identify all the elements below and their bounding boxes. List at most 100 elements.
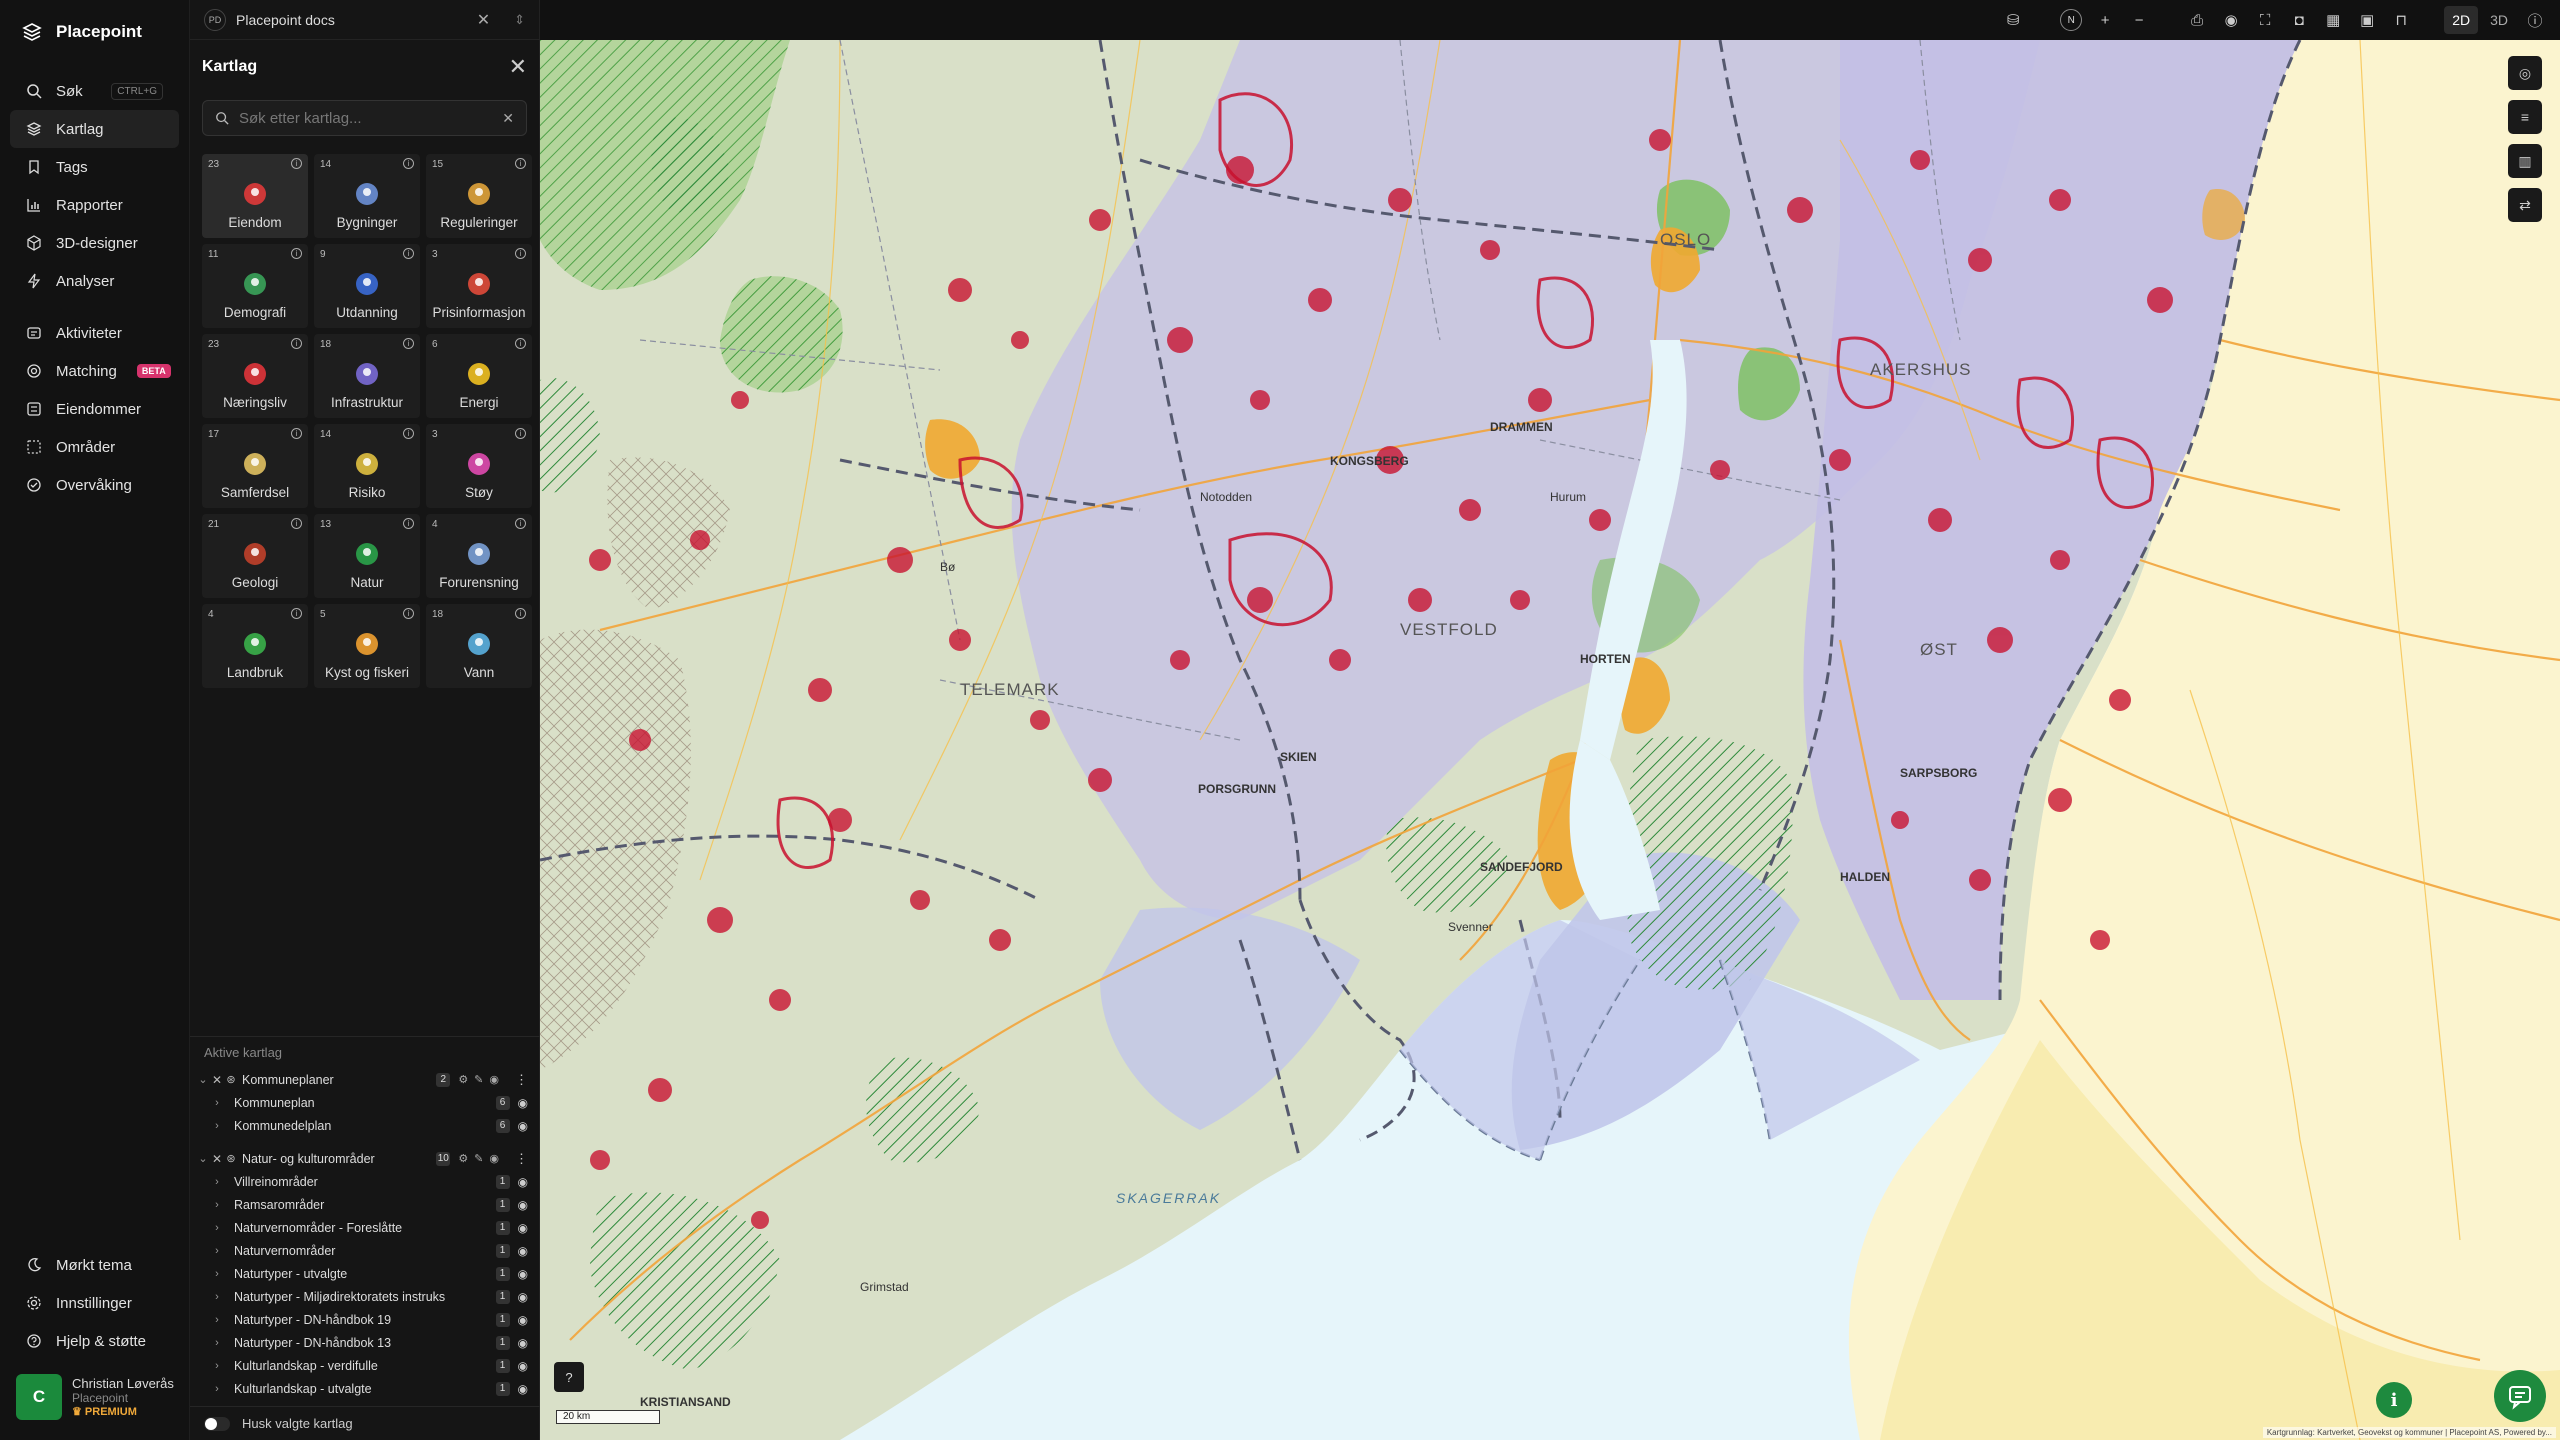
info-icon[interactable]: ⓘ (2520, 6, 2550, 34)
chevron-right-icon[interactable]: › (210, 1383, 224, 1395)
remember-toggle[interactable] (204, 1416, 230, 1431)
chevron-right-icon[interactable]: › (210, 1199, 224, 1211)
doc-tab[interactable]: PD Placepoint docs ✕ ⇕ (190, 0, 539, 40)
category-info-icon[interactable]: i (291, 338, 302, 349)
layer-row[interactable]: › Kommuneplan 6 ◉ (190, 1091, 540, 1114)
category-tile-bygninger[interactable]: 14 i Bygninger (314, 154, 420, 238)
category-info-icon[interactable]: i (403, 338, 414, 349)
print-icon[interactable]: ⎙ (2182, 6, 2212, 34)
category-tile-prisinformasjon[interactable]: 3 i Prisinformasjon (426, 244, 532, 328)
eye-icon[interactable]: ◉ (518, 1359, 528, 1373)
category-info-icon[interactable]: i (403, 518, 414, 529)
category-tile-energi[interactable]: 6 i Energi (426, 334, 532, 418)
nav-item-kartlag[interactable]: Kartlag (10, 110, 179, 148)
nav-item-analyser[interactable]: Analyser (10, 262, 179, 300)
eye-icon[interactable]: ◉ (518, 1267, 528, 1281)
chevron-right-icon[interactable]: › (210, 1291, 224, 1303)
layer-row[interactable]: › Ramsarområder 1 ◉ (190, 1193, 540, 1216)
eye-icon[interactable]: ◉ (518, 1290, 528, 1304)
layer-row[interactable]: › Naturtyper - DN-håndbok 19 1 ◉ (190, 1308, 540, 1331)
layer-row[interactable]: › Naturvernområder 1 ◉ (190, 1239, 540, 1262)
eye-icon[interactable]: ◉ (518, 1313, 528, 1327)
category-info-icon[interactable]: i (403, 158, 414, 169)
remove-group-icon[interactable]: ✕ (210, 1073, 224, 1087)
eye-icon[interactable]: ◉ (518, 1382, 528, 1396)
chevron-right-icon[interactable]: › (210, 1337, 224, 1349)
nav-item-matching[interactable]: Matching BETA (10, 352, 179, 390)
layer-row[interactable]: › Villreinområder 1 ◉ (190, 1170, 540, 1193)
layer-group-header[interactable]: ⌄ ✕ ⊛ Kommuneplaner 2 ⚙✎◉ ⋮ (190, 1068, 540, 1091)
more-vertical-icon[interactable]: ⋮ (515, 1072, 528, 1088)
category-info-icon[interactable]: i (515, 518, 526, 529)
category-tile-utdanning[interactable]: 9 i Utdanning (314, 244, 420, 328)
chevron-right-icon[interactable]: › (210, 1097, 224, 1109)
eye-icon[interactable]: ◉ (518, 1244, 528, 1258)
category-tile-forurensning[interactable]: 4 i Forurensning (426, 514, 532, 598)
category-tile-infrastruktur[interactable]: 18 i Infrastruktur (314, 334, 420, 418)
category-info-icon[interactable]: i (291, 248, 302, 259)
eye-icon[interactable]: ◉ (518, 1175, 528, 1189)
layer-row[interactable]: › Naturtyper - Miljødirektoratets instruk… (190, 1285, 540, 1308)
category-tile-kyst-og-fiskeri[interactable]: 5 i Kyst og fiskeri (314, 604, 420, 688)
category-tile-geologi[interactable]: 21 i Geologi (202, 514, 308, 598)
category-info-icon[interactable]: i (515, 428, 526, 439)
view-2d-button[interactable]: 2D (2444, 6, 2479, 34)
chat-button[interactable] (2494, 1370, 2546, 1422)
camera-icon[interactable]: ◘ (2284, 6, 2314, 34)
view-3d-button[interactable]: 3D (2482, 6, 2516, 34)
eye-icon[interactable]: ◉ (518, 1198, 528, 1212)
category-info-icon[interactable]: i (403, 428, 414, 439)
user-profile[interactable]: C Christian Løverås Placepoint ♛ PREMIUM (0, 1360, 190, 1440)
category-tile-støy[interactable]: 3 i Støy (426, 424, 532, 508)
chevron-down-icon[interactable]: ⌄ (196, 1152, 210, 1165)
chevron-right-icon[interactable]: › (210, 1268, 224, 1280)
eye-icon[interactable]: ◉ (2216, 6, 2246, 34)
category-tile-reguleringer[interactable]: 15 i Reguleringer (426, 154, 532, 238)
map-help-icon[interactable]: ? (554, 1362, 584, 1392)
layer-row[interactable]: › Naturtyper - utvalgte 1 ◉ (190, 1262, 540, 1285)
category-tile-vann[interactable]: 18 i Vann (426, 604, 532, 688)
category-info-icon[interactable]: i (291, 608, 302, 619)
bookmark-icon[interactable]: ⊓ (2386, 6, 2416, 34)
layer-group-header[interactable]: ⌄ ✕ ⊛ Natur- og kulturområder 10 ⚙✎◉ ⋮ (190, 1147, 540, 1170)
zoom-in-icon[interactable]: + (2090, 6, 2120, 34)
category-info-icon[interactable]: i (515, 608, 526, 619)
category-info-icon[interactable]: i (291, 428, 302, 439)
stats-tool-icon[interactable]: ▥ (2508, 144, 2542, 178)
layer-search-input[interactable] (239, 109, 493, 127)
category-tile-landbruk[interactable]: 4 i Landbruk (202, 604, 308, 688)
layer-row[interactable]: › Kommunedelplan 6 ◉ (190, 1114, 540, 1137)
layer-row[interactable]: › Kulturlandskap - utvalgte 1 ◉ (190, 1377, 540, 1400)
measure-tool-icon[interactable]: ≡ (2508, 100, 2542, 134)
calendar-icon[interactable]: ▣ (2352, 6, 2382, 34)
category-info-icon[interactable]: i (291, 518, 302, 529)
nav-item-3d-designer[interactable]: 3D-designer (10, 224, 179, 262)
close-doc-icon[interactable]: ✕ (477, 10, 490, 30)
eye-icon[interactable]: ◉ (518, 1336, 528, 1350)
category-info-icon[interactable]: i (515, 248, 526, 259)
nav-item-search[interactable]: Søk CTRL+G (10, 72, 179, 110)
chevron-right-icon[interactable]: › (210, 1314, 224, 1326)
nav-item-help[interactable]: Hjelp & støtte (10, 1322, 180, 1360)
eye-icon[interactable]: ◉ (518, 1096, 528, 1110)
nav-item-tags[interactable]: Tags (10, 148, 179, 186)
grid-icon[interactable]: ▦ (2318, 6, 2348, 34)
layers-stack-icon[interactable]: ⛁ (1998, 6, 2028, 34)
layer-row[interactable]: › Naturvernområder - Foreslåtte 1 ◉ (190, 1216, 540, 1239)
category-tile-risiko[interactable]: 14 i Risiko (314, 424, 420, 508)
nav-item-dark-theme[interactable]: Mørkt tema (10, 1246, 180, 1284)
category-tile-natur[interactable]: 13 i Natur (314, 514, 420, 598)
category-tile-samferdsel[interactable]: 17 i Samferdsel (202, 424, 308, 508)
transfer-tool-icon[interactable]: ⇄ (2508, 188, 2542, 222)
remove-group-icon[interactable]: ✕ (210, 1152, 224, 1166)
nav-item-aktiviteter[interactable]: Aktiviteter (10, 314, 179, 352)
clear-search-icon[interactable]: ✕ (502, 110, 514, 127)
expand-arrows-icon[interactable]: ⇕ (514, 12, 525, 28)
nav-item-settings[interactable]: Innstillinger (10, 1284, 180, 1322)
category-tile-demografi[interactable]: 11 i Demografi (202, 244, 308, 328)
chevron-right-icon[interactable]: › (210, 1360, 224, 1372)
chevron-right-icon[interactable]: › (210, 1245, 224, 1257)
nav-item-rapporter[interactable]: Rapporter (10, 186, 179, 224)
group-tools-icons[interactable]: ⚙✎◉ (458, 1152, 505, 1165)
chevron-right-icon[interactable]: › (210, 1120, 224, 1132)
